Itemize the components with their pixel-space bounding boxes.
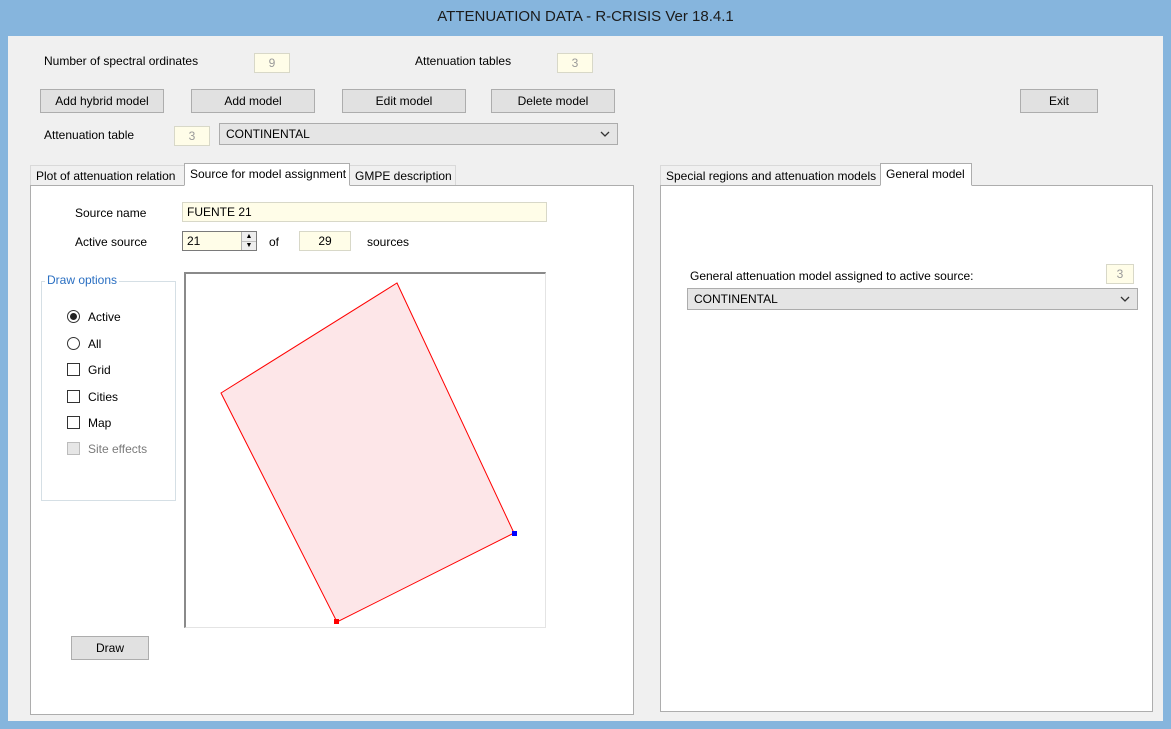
add-hybrid-model-button[interactable]: Add hybrid model — [40, 89, 164, 113]
active-source-label: Active source — [75, 235, 148, 249]
vertex-marker-blue — [512, 531, 517, 536]
add-model-button[interactable]: Add model — [191, 89, 315, 113]
stepper-buttons: ▲ ▼ — [241, 232, 256, 250]
checkbox-grid[interactable]: Grid — [67, 362, 111, 378]
tab-gmpe-description[interactable]: GMPE description — [349, 165, 456, 186]
source-name-label: Source name — [75, 206, 147, 220]
of-label: of — [269, 235, 280, 249]
radio-active-label: Active — [88, 310, 121, 324]
attenuation-table-label: Attenuation table — [44, 128, 135, 142]
attenuation-tables-label: Attenuation tables — [415, 54, 512, 68]
source-polygon — [220, 282, 515, 623]
checkbox-icon — [67, 416, 80, 429]
general-model-combo-value: CONTINENTAL — [694, 292, 778, 306]
source-polygon-plot — [220, 282, 517, 624]
edit-model-button[interactable]: Edit model — [342, 89, 466, 113]
draw-options-group: Draw options Active All Grid Cities Map … — [41, 273, 176, 501]
general-model-number-field: 3 — [1106, 264, 1134, 284]
radio-all-label: All — [88, 337, 102, 351]
window-client-area: Number of spectral ordinates 9 Attenuati… — [8, 36, 1163, 721]
checkbox-icon — [67, 390, 80, 403]
active-source-value: 21 — [187, 234, 201, 248]
window-title: ATTENUATION DATA - R-CRISIS Ver 18.4.1 — [0, 0, 1171, 36]
checkbox-map[interactable]: Map — [67, 415, 111, 431]
exit-button[interactable]: Exit — [1020, 89, 1098, 113]
attenuation-tables-field: 3 — [557, 53, 593, 73]
active-source-stepper[interactable]: 21 ▲ ▼ — [182, 231, 257, 251]
sources-label: sources — [367, 235, 410, 249]
radio-unselected-icon — [67, 337, 80, 350]
general-model-combo[interactable]: CONTINENTAL — [687, 288, 1138, 310]
stepper-down-icon[interactable]: ▼ — [242, 241, 256, 250]
checkbox-map-label: Map — [88, 416, 112, 430]
draw-button[interactable]: Draw — [71, 636, 149, 660]
checkbox-cities[interactable]: Cities — [67, 389, 118, 405]
spectral-ordinates-field: 9 — [254, 53, 290, 73]
draw-options-legend: Draw options — [45, 273, 120, 287]
tab-plot-attenuation[interactable]: Plot of attenuation relation — [30, 165, 185, 186]
tab-special-regions[interactable]: Special regions and attenuation models — [660, 165, 881, 186]
checkbox-disabled-icon — [67, 442, 80, 455]
attenuation-table-field: 3 — [174, 126, 210, 146]
delete-model-button[interactable]: Delete model — [491, 89, 615, 113]
checkbox-grid-label: Grid — [88, 363, 111, 377]
general-model-panel: General attenuation model assigned to ac… — [660, 185, 1153, 712]
radio-selected-icon — [67, 310, 80, 323]
tab-general-model[interactable]: General model — [880, 163, 972, 186]
spectral-ordinates-label: Number of spectral ordinates — [44, 54, 199, 68]
chevron-down-icon — [1120, 296, 1130, 302]
tab-source-model-assignment[interactable]: Source for model assignment — [184, 163, 350, 186]
radio-active[interactable]: Active — [67, 309, 121, 325]
source-plot-canvas[interactable] — [184, 272, 546, 628]
checkbox-site-effects-label: Site effects — [88, 442, 148, 456]
source-assignment-panel: Source name FUENTE 21 Active source 21 ▲… — [30, 185, 634, 715]
attenuation-table-combo[interactable]: CONTINENTAL — [219, 123, 618, 145]
vertex-marker-red — [334, 619, 339, 624]
general-model-label: General attenuation model assigned to ac… — [690, 269, 974, 283]
attenuation-data-window: ATTENUATION DATA - R-CRISIS Ver 18.4.1 N… — [0, 0, 1171, 729]
checkbox-cities-label: Cities — [88, 390, 119, 404]
checkbox-icon — [67, 363, 80, 376]
radio-all[interactable]: All — [67, 336, 101, 352]
source-name-field[interactable]: FUENTE 21 — [182, 202, 547, 222]
chevron-down-icon — [600, 131, 610, 137]
attenuation-table-combo-value: CONTINENTAL — [226, 127, 310, 141]
total-sources-field: 29 — [299, 231, 351, 251]
checkbox-site-effects: Site effects — [67, 441, 147, 457]
